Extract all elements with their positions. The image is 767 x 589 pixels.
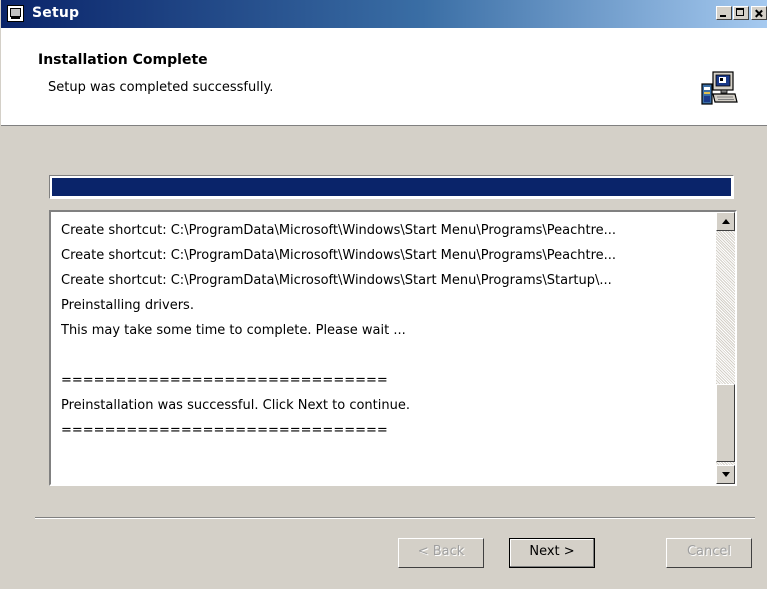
title-bar[interactable]: Setup bbox=[1, 0, 767, 28]
log-line: Create shortcut: C:\ProgramData\Microsof… bbox=[61, 223, 617, 238]
scroll-down-arrow-icon[interactable] bbox=[716, 465, 735, 484]
install-log[interactable]: Create shortcut: C:\ProgramData\Microsof… bbox=[49, 210, 737, 486]
close-button[interactable] bbox=[751, 6, 767, 20]
window-title: Setup bbox=[32, 5, 80, 21]
footer-separator bbox=[35, 517, 755, 519]
cancel-button[interactable]: Cancel bbox=[666, 538, 752, 568]
next-button[interactable]: Next > bbox=[509, 538, 595, 568]
log-scrollbar[interactable] bbox=[716, 212, 735, 484]
scrollbar-thumb[interactable] bbox=[716, 384, 735, 462]
scroll-up-arrow-icon[interactable] bbox=[716, 212, 735, 231]
log-line: Preinstallation was successful. Click Ne… bbox=[61, 398, 410, 413]
minimize-button[interactable] bbox=[716, 6, 732, 20]
progress-fill bbox=[52, 178, 731, 196]
page-title: Installation Complete bbox=[38, 52, 208, 68]
progress-bar bbox=[49, 175, 734, 199]
log-lines: Create shortcut: C:\ProgramData\Microsof… bbox=[61, 218, 706, 443]
setup-window: Setup Installation Complete Setup was co… bbox=[0, 0, 767, 589]
log-line: Create shortcut: C:\ProgramData\Microsof… bbox=[61, 273, 612, 288]
log-line: Create shortcut: C:\ProgramData\Microsof… bbox=[61, 248, 617, 263]
back-button[interactable]: < Back bbox=[398, 538, 484, 568]
page-subtitle: Setup was completed successfully. bbox=[48, 80, 274, 95]
setup-app-icon[interactable] bbox=[7, 5, 24, 22]
log-line: ============================== bbox=[61, 423, 388, 438]
wizard-header: Installation Complete Setup was complete… bbox=[1, 28, 767, 126]
log-line: This may take some time to complete. Ple… bbox=[61, 323, 406, 338]
log-line: ============================== bbox=[61, 373, 388, 388]
computer-install-icon bbox=[701, 71, 738, 105]
maximize-button[interactable] bbox=[733, 6, 749, 20]
log-line: Preinstalling drivers. bbox=[61, 298, 194, 313]
